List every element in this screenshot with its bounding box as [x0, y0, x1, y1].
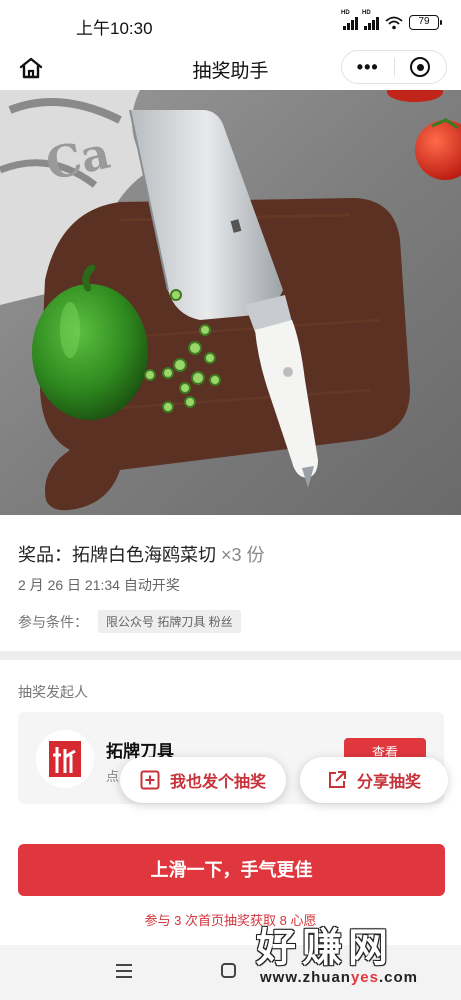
condition-label: 参与条件：: [18, 613, 88, 630]
brand-logo-icon: [49, 741, 81, 777]
prize-name: 拓牌白色海鸥菜切: [72, 545, 216, 565]
share-lottery-button[interactable]: 分享抽奖: [300, 757, 448, 803]
close-button[interactable]: [395, 50, 447, 84]
condition-tag[interactable]: 限公众号 拓牌刀具 粉丝: [98, 610, 241, 633]
share-lottery-label: 分享抽奖: [356, 774, 421, 791]
prize-card: 奖品：拓牌白色海鸥菜切 ×3 份 2 月 26 日 21:34 自动开奖 参与条…: [0, 515, 461, 651]
more-button[interactable]: •••: [342, 50, 394, 84]
nav-bar: 抽奖助手 •••: [0, 46, 461, 90]
product-image: Ca: [0, 90, 461, 515]
initiator-card: 抽奖发起人 拓牌刀具 点 查看: [0, 660, 461, 830]
capsule-menu: •••: [341, 50, 447, 84]
hd-label-2: HD: [362, 9, 371, 16]
bottom-tip[interactable]: 参与 3 次首页抽奖获取 8 心愿: [0, 910, 461, 929]
status-bar: 上午10:30 HD HD 79: [0, 0, 461, 46]
menu-icon[interactable]: [116, 964, 132, 978]
battery-icon: 79: [409, 15, 442, 30]
target-icon: [410, 57, 431, 77]
system-nav: [0, 945, 461, 1000]
status-icons: HD HD 79: [341, 10, 442, 30]
signal-icon-2: HD: [362, 10, 379, 30]
create-lottery-label: 我也发个抽奖: [169, 774, 266, 791]
plus-box-icon: [140, 770, 160, 790]
swipe-up-button[interactable]: 上滑一下，手气更佳: [18, 844, 445, 896]
prize-open-time: 2 月 26 日 21:34 自动开奖: [18, 577, 180, 593]
status-time: 上午10:30: [76, 19, 153, 38]
signal-icon: HD: [341, 10, 358, 30]
prize-prefix: 奖品：: [18, 545, 72, 565]
share-icon: [328, 771, 346, 788]
initiator-logo: [36, 730, 94, 788]
prize-quantity: ×3 份: [221, 545, 265, 565]
initiator-heading: 抽奖发起人: [18, 684, 88, 700]
initiator-sub: 点: [106, 769, 120, 784]
condition-row: 参与条件： 限公众号 拓牌刀具 粉丝: [18, 610, 241, 633]
bottom-area: 上滑一下，手气更佳 参与 3 次首页抽奖获取 8 心愿: [0, 830, 461, 945]
square-icon[interactable]: [221, 963, 236, 978]
hd-label: HD: [341, 9, 350, 16]
create-lottery-button[interactable]: 我也发个抽奖: [120, 757, 286, 803]
wifi-icon: [385, 16, 403, 29]
prize-title: 奖品：拓牌白色海鸥菜切 ×3 份: [18, 541, 265, 567]
